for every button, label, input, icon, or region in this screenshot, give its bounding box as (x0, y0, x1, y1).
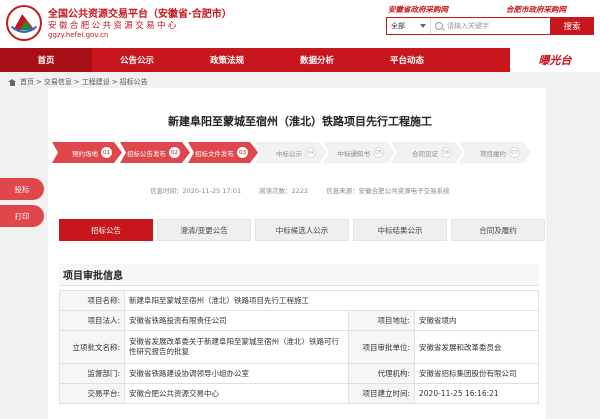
link-hefei-procurement[interactable]: 合肥市政府采购网 (506, 4, 566, 15)
step-number: 07 (509, 147, 520, 158)
search-scope-value: 全部 (391, 22, 405, 30)
table-value: 安徽省发展和改革委员会 (414, 330, 539, 364)
step-label: 合同见证 (412, 149, 438, 158)
table-value: 安徽省境内 (414, 310, 539, 331)
step-number: 03 (237, 147, 248, 158)
nav-exposure-platform[interactable]: 曝光台 (510, 48, 600, 72)
table-row: 立项批文名称: 安徽省发展改革委关于新建阜阳至蒙城至宿州（淮北）铁路可行性研究报… (59, 330, 539, 364)
tab-candidates[interactable]: 中标候选人公示 (255, 219, 349, 241)
tab-clarification[interactable]: 澄清/变更公告 (157, 219, 251, 241)
step-number: 02 (169, 147, 180, 158)
step-3[interactable]: 招标文件发布 03 (188, 142, 258, 163)
search-bar: 全部 请输入关键字 搜索 (386, 17, 594, 35)
breadcrumb-construction[interactable]: 工程建设 (82, 77, 110, 87)
info-time: 信息时间：2020-11-25 17:01 (150, 185, 241, 195)
announcement-tabs: 招标公告 澄清/变更公告 中标候选人公示 中标结果公示 合同及履约 (59, 219, 545, 241)
site-header: 全国公共资源交易平台（安徽省·合肥市） 安徽合肥公共资源交易中心 ggzy.he… (0, 0, 600, 48)
table-key: 代理机构: (348, 363, 415, 384)
search-button[interactable]: 搜索 (550, 17, 594, 35)
site-title: 全国公共资源交易平台（安徽省·合肥市） (48, 9, 232, 20)
table-key: 监督部门: (59, 363, 125, 384)
table-key: 项目建立时间: (348, 383, 415, 404)
step-label: 招标文件发布 (195, 149, 234, 158)
step-number: 05 (373, 147, 384, 158)
breadcrumb-separator: > (111, 78, 118, 86)
table-key: 项目名称: (59, 290, 125, 311)
nav-platform-news[interactable]: 平台动态 (362, 48, 452, 72)
table-row: 项目法人: 安徽省铁路投资有限责任公司 项目地址: 安徽省境内 (59, 310, 539, 331)
site-url: ggzy.hefei.gov.cn (48, 31, 109, 39)
info-bar: 信息时间：2020-11-25 17:01 阅读次数：2222 信息来源：安徽合… (150, 185, 450, 195)
search-input[interactable]: 请输入关键字 (431, 18, 550, 34)
info-source-label: 信息来源： (326, 187, 359, 195)
project-info-table: 项目名称: 新建阜阳至蒙城至宿州（淮北）铁路项目先行工程施工 项目法人: 安徽省… (59, 290, 539, 404)
step-label: 中标公示 (276, 149, 302, 158)
table-value: 新建阜阳至蒙城至宿州（淮北）铁路项目先行工程施工 (124, 290, 539, 311)
step-1[interactable]: 预约场地 01 (52, 142, 122, 163)
tab-results[interactable]: 中标结果公示 (353, 219, 447, 241)
nav-policies[interactable]: 政策法规 (182, 48, 272, 72)
info-views-label: 阅读次数： (259, 187, 292, 195)
table-value: 安徽合肥公共资源交易中心 (124, 383, 349, 404)
breadcrumb-separator: > (36, 78, 42, 86)
table-key: 项目审批单位: (348, 330, 415, 364)
table-value: 2020-11-25 16:16:21 (414, 383, 539, 404)
step-4[interactable]: 中标公示 04 (256, 142, 326, 163)
page-title: 新建阜阳至蒙城至宿州（淮北）铁路项目先行工程施工 (168, 115, 432, 128)
step-7[interactable]: 项目履约 07 (460, 142, 530, 163)
info-views: 阅读次数：2222 (259, 185, 308, 195)
table-key: 项目地址: (348, 310, 415, 331)
step-label: 招标公告发布 (127, 149, 166, 158)
table-value: 安徽省发展改革委关于新建阜阳至蒙城至宿州（淮北）铁路可行性研究报告的批复 (124, 330, 349, 364)
table-key: 交易平台: (59, 383, 125, 404)
process-steps: 预约场地 01 招标公告发布 02 招标文件发布 03 中标公示 04 中标通知书 05 … (52, 142, 530, 163)
breadcrumb-trade-info[interactable]: 交易信息 (44, 77, 72, 87)
table-value: 安徽省招标集团股份有限公司 (414, 363, 539, 384)
bid-button[interactable]: 投标 (0, 178, 44, 200)
step-5[interactable]: 中标通知书 05 (324, 142, 394, 163)
table-row: 交易平台: 安徽合肥公共资源交易中心 项目建立时间: 2020-11-25 16… (59, 383, 539, 404)
table-value: 安徽省铁路建设协调领导小组办公室 (124, 363, 349, 384)
main-nav: 首页 公告公示 政策法规 数据分析 平台动态 曝光台 (0, 48, 600, 72)
nav-data-analysis[interactable]: 数据分析 (272, 48, 362, 72)
table-row: 监督部门: 安徽省铁路建设协调领导小组办公室 代理机构: 安徽省招标集团股份有限… (59, 363, 539, 384)
nav-home[interactable]: 首页 (0, 48, 92, 72)
step-label: 预约场地 (72, 149, 98, 158)
step-number: 06 (441, 147, 452, 158)
tab-contract[interactable]: 合同及履约 (451, 219, 545, 241)
info-time-value: 2020-11-25 17:01 (182, 187, 242, 195)
search-icon (435, 22, 443, 30)
nav-announcements[interactable]: 公告公示 (92, 48, 182, 72)
step-6[interactable]: 合同见证 06 (392, 142, 462, 163)
tab-tender-notice[interactable]: 招标公告 (59, 219, 153, 241)
table-key: 项目法人: (59, 310, 125, 331)
chevron-down-icon (420, 24, 426, 28)
search-placeholder: 请输入关键字 (447, 22, 489, 30)
breadcrumb-separator: > (73, 78, 80, 86)
breadcrumb-home[interactable]: 首页 (20, 77, 34, 87)
link-anhui-procurement[interactable]: 安徽省政府采购网 (388, 4, 448, 15)
step-label: 项目履约 (480, 149, 506, 158)
table-row: 项目名称: 新建阜阳至蒙城至宿州（淮北）铁路项目先行工程施工 (59, 290, 539, 311)
breadcrumb-current[interactable]: 招标公告 (120, 77, 148, 87)
breadcrumb: 首页 > 交易信息 > 工程建设 > 招标公告 (8, 77, 148, 87)
site-logo[interactable] (6, 5, 42, 41)
step-label: 中标通知书 (337, 149, 371, 158)
step-number: 04 (305, 147, 316, 158)
home-icon (8, 78, 16, 86)
table-key: 立项批文名称: (59, 330, 125, 364)
section-title: 项目审批信息 (59, 264, 539, 286)
print-button[interactable]: 打印 (0, 205, 44, 227)
site-subtitle: 安徽合肥公共资源交易中心 (48, 21, 179, 31)
info-source-value: 安徽合肥公共资源电子交易系统 (358, 187, 450, 195)
info-time-label: 信息时间： (150, 187, 183, 195)
logo-emblem-icon (10, 14, 38, 33)
step-2[interactable]: 招标公告发布 02 (120, 142, 190, 163)
table-value: 安徽省铁路投资有限责任公司 (124, 310, 349, 331)
step-number: 01 (101, 147, 112, 158)
info-views-value: 2222 (291, 187, 309, 195)
info-source: 信息来源：安徽合肥公共资源电子交易系统 (326, 185, 450, 195)
search-scope-select[interactable]: 全部 (387, 18, 431, 34)
